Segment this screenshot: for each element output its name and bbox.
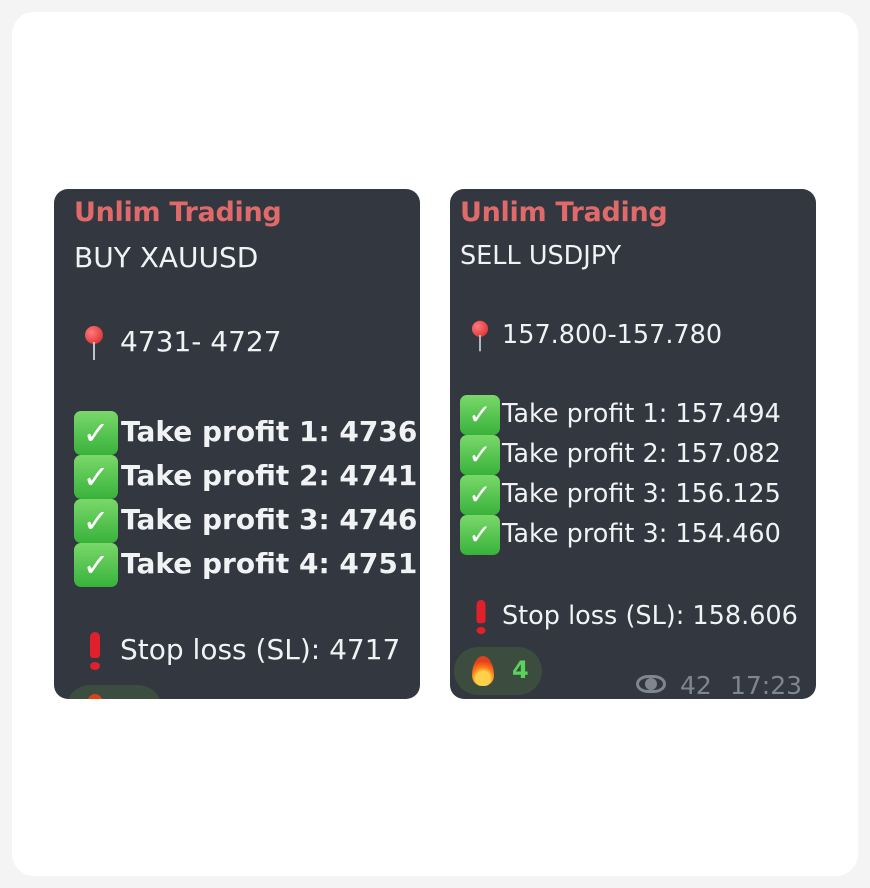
take-profit-row: ✓ Take profit 3: 156.125 xyxy=(460,475,781,515)
take-profit-text: Take profit 2: 157.082 xyxy=(502,439,781,469)
fire-icon xyxy=(84,694,106,699)
check-mark-icon: ✓ xyxy=(460,475,500,515)
take-profit-row: ✓ Take profit 1: 157.494 xyxy=(460,395,781,435)
take-profit-row: ✓ Take profit 2: 4741 xyxy=(74,455,417,499)
take-profit-text: Take profit 1: 4736 xyxy=(121,415,418,448)
entry-line: 157.800-157.780 xyxy=(466,318,722,354)
stop-loss-text: Stop loss (SL): 4717 xyxy=(120,633,401,666)
stop-loss-line: Stop loss (SL): 4717 xyxy=(84,632,400,670)
signal-title: SELL USDJPY xyxy=(460,241,622,271)
entry-range: 157.800-157.780 xyxy=(502,320,723,350)
check-mark-icon: ✓ xyxy=(74,455,118,499)
fire-icon xyxy=(472,656,494,686)
take-profit-text: Take profit 3: 4746 xyxy=(121,503,418,536)
take-profit-text: Take profit 3: 154.460 xyxy=(502,519,781,549)
take-profit-text: Take profit 1: 157.494 xyxy=(502,399,781,429)
fire-reaction-button[interactable]: 4 xyxy=(454,647,542,695)
views-eye-icon xyxy=(636,673,670,695)
take-profit-text: Take profit 4: 4751 xyxy=(121,547,418,580)
message-bubble-buy-xauusd[interactable]: Unlim Trading BUY XAUUSD 4731- 4727 ✓ Tak… xyxy=(54,189,420,699)
entry-range: 4731- 4727 xyxy=(120,325,282,358)
check-mark-icon: ✓ xyxy=(460,395,500,435)
pushpin-icon xyxy=(467,320,492,352)
entry-line: 4731- 4727 xyxy=(80,325,282,361)
take-profit-text: Take profit 2: 4741 xyxy=(121,459,418,492)
take-profit-row: ✓ Take profit 2: 157.082 xyxy=(460,435,781,475)
take-profit-row: ✓ Take profit 1: 4736 xyxy=(74,411,417,455)
stop-loss-line: Stop loss (SL): 158.606 xyxy=(470,598,798,636)
check-mark-icon: ✓ xyxy=(460,435,500,475)
take-profit-text: Take profit 3: 156.125 xyxy=(502,479,781,509)
exclamation-icon xyxy=(471,599,491,635)
check-mark-icon: ✓ xyxy=(74,499,118,543)
exclamation-icon xyxy=(84,632,106,670)
check-mark-icon: ✓ xyxy=(74,543,118,587)
stop-loss-text: Stop loss (SL): 158.606 xyxy=(502,601,798,631)
message-bubble-sell-usdjpy[interactable]: Unlim Trading SELL USDJPY 157.800-157.78… xyxy=(450,189,816,699)
reaction-count: 4 xyxy=(512,656,529,684)
view-count: 42 xyxy=(680,671,712,699)
take-profit-row: ✓ Take profit 3: 4746 xyxy=(74,499,417,543)
take-profit-row: ✓ Take profit 4: 4751 xyxy=(74,543,417,587)
take-profit-row: ✓ Take profit 3: 154.460 xyxy=(460,515,781,555)
sender-name[interactable]: Unlim Trading xyxy=(460,197,668,228)
check-mark-icon: ✓ xyxy=(74,411,118,455)
signal-title: BUY XAUUSD xyxy=(74,241,259,274)
reaction-pill-partial[interactable] xyxy=(66,685,162,699)
check-mark-icon: ✓ xyxy=(460,515,500,555)
sender-name[interactable]: Unlim Trading xyxy=(74,197,282,228)
pushpin-icon xyxy=(80,325,108,361)
message-time: 17:23 xyxy=(730,671,803,699)
